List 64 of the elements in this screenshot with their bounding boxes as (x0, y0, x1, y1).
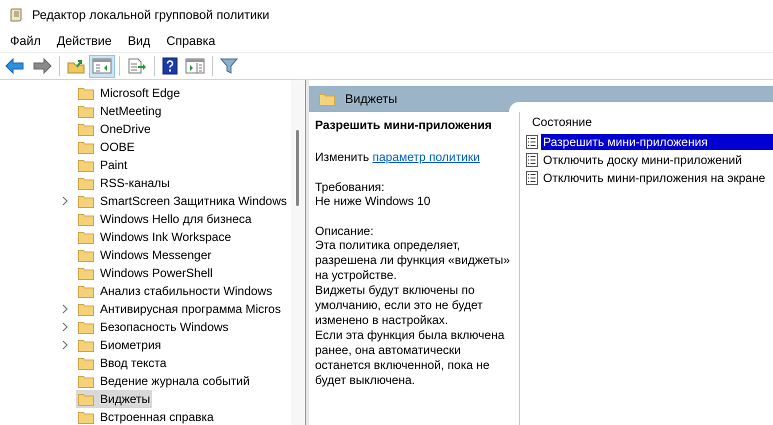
column-header[interactable]: Состояние (526, 112, 773, 132)
folder-icon (78, 230, 94, 244)
tree-item[interactable]: Ведение журнала событий (76, 372, 252, 390)
tree-toggle-button[interactable] (89, 54, 115, 78)
tree-item[interactable]: Виджеты (76, 390, 152, 408)
policy-setting-icon (526, 153, 538, 167)
menu-item[interactable]: Справка (158, 34, 224, 48)
tree-item[interactable]: Windows Hello для бизнеса (76, 210, 254, 228)
folder-icon (78, 392, 94, 406)
tree-item[interactable]: Антивирусная программа Micros (76, 300, 283, 318)
tree-item[interactable]: OOBE (76, 138, 137, 156)
description-text: Если эта функция была включена ранее, она автоматически останется включенной, пока не будет выключена. (315, 328, 506, 388)
folder-icon (78, 194, 94, 208)
policy-setting-icon (526, 135, 538, 149)
folder-icon (78, 338, 94, 352)
folder-icon (78, 302, 94, 316)
folder-icon (319, 92, 335, 106)
folder-icon (78, 356, 94, 370)
folder-icon (78, 140, 94, 154)
folder-icon (78, 266, 94, 280)
edit-setting-text: Изменить параметр политики (315, 150, 481, 164)
folder-icon (78, 284, 94, 298)
header-title: Виджеты (345, 92, 398, 106)
tree-item[interactable]: Windows Messenger (76, 246, 214, 264)
folder-icon (78, 374, 94, 388)
folder-icon (78, 122, 94, 136)
tree-item[interactable]: OneDrive (76, 120, 153, 138)
scroll-icon (8, 7, 24, 23)
tree-item[interactable]: Windows PowerShell (76, 264, 215, 282)
policy-list-item[interactable]: Отключить доску мини-приложений (541, 152, 744, 168)
tree-item[interactable]: Microsoft Edge (76, 84, 182, 102)
scrollbar-thumb[interactable] (296, 130, 299, 206)
folder-icon (78, 320, 94, 334)
menu-item[interactable]: Вид (120, 34, 158, 48)
tree-item[interactable]: Биометрия (76, 336, 164, 354)
description-text: Эта политика определяет, разрешена ли функция «виджеты» на устройстве. (315, 238, 511, 283)
folder-icon (78, 176, 94, 190)
tree-item[interactable]: Ввод текста (76, 354, 168, 372)
policy-setting-link[interactable]: параметр политики (372, 150, 480, 164)
tree-item[interactable]: Встроенная справка (76, 408, 216, 425)
requirements-label: Требования: (315, 180, 386, 194)
policy-list-item[interactable]: Разрешить мини-приложения (541, 134, 773, 150)
tree-item[interactable]: RSS-каналы (76, 174, 172, 192)
folder-icon (78, 248, 94, 262)
tree-item[interactable]: Paint (76, 156, 130, 174)
description-text: Виджеты будут включены по умолчанию, если это не будет изменено в настройках. (315, 283, 484, 328)
policy-setting-icon (526, 171, 538, 185)
tree-item[interactable]: Windows Ink Workspace (76, 228, 234, 246)
folder-icon (78, 212, 94, 226)
folder-icon (78, 104, 94, 118)
menu-item[interactable]: Файл (2, 34, 49, 48)
tree-item[interactable]: SmartScreen Защитника Windows (76, 192, 289, 210)
policy-list-item[interactable]: Отключить мини-приложения на экране (541, 170, 768, 186)
tree-item[interactable]: NetMeeting (76, 102, 164, 120)
description-label: Описание: (315, 224, 375, 238)
tree-item[interactable]: Анализ стабильности Windows (76, 282, 274, 300)
folder-icon (78, 86, 94, 100)
menu-item[interactable]: Действие (48, 34, 120, 48)
window-title: Редактор локальной групповой политики (32, 8, 270, 22)
policy-title: Разрешить мини-приложения (315, 118, 493, 132)
requirements-text: Не ниже Windows 10 (315, 194, 432, 208)
folder-icon (78, 410, 94, 424)
tree-item[interactable]: Безопасность Windows (76, 318, 231, 336)
folder-icon (78, 158, 94, 172)
